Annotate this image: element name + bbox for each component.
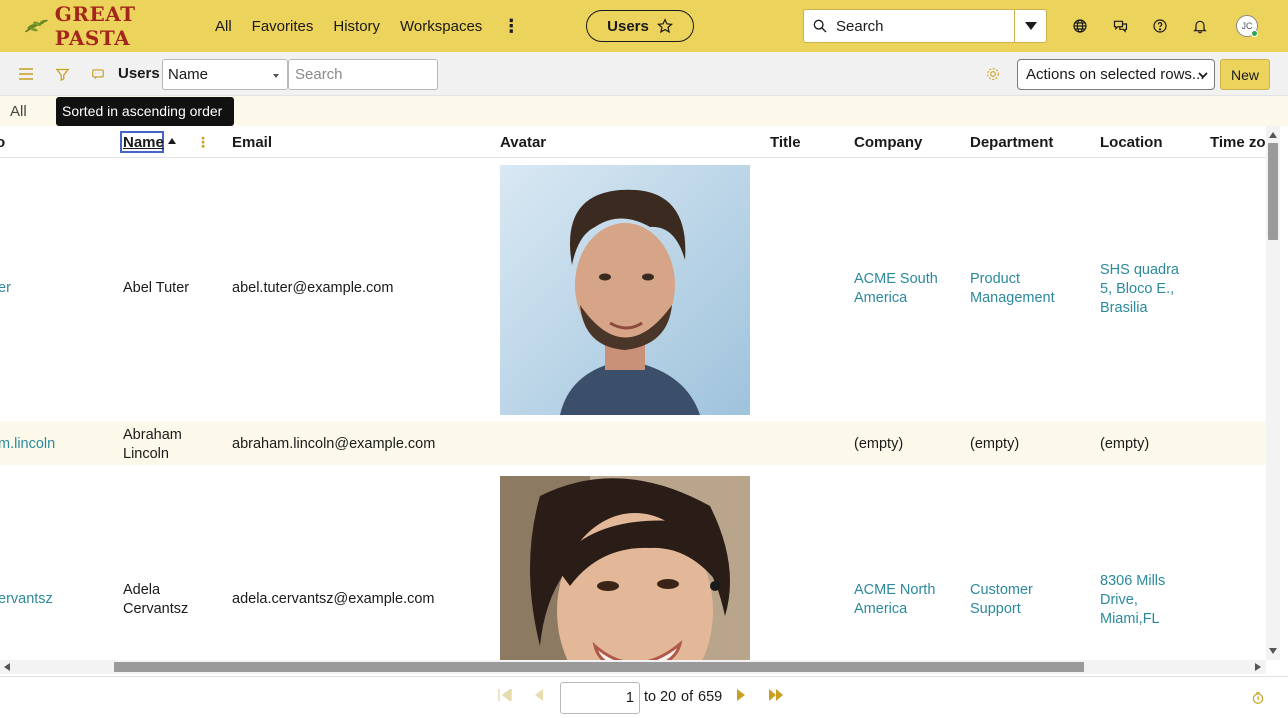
sort-tooltip: Sorted in ascending order — [56, 97, 234, 126]
department-cell: (empty) — [970, 436, 1020, 452]
department-link[interactable]: Customer Support — [970, 581, 1070, 619]
pager-of-label: of — [681, 689, 694, 705]
first-page-icon[interactable] — [498, 689, 512, 701]
company-cell: (empty) — [854, 436, 904, 452]
online-status-dot — [1251, 30, 1258, 37]
sort-ascending-icon[interactable] — [168, 138, 176, 144]
search-field-value: Name — [168, 66, 209, 83]
nav-history[interactable]: History — [323, 0, 390, 52]
company-link[interactable]: ACME North America — [854, 581, 954, 619]
brand-logo[interactable]: GREAT PASTA — [24, 2, 174, 50]
column-header-user-id[interactable]: o — [0, 134, 5, 151]
bell-icon[interactable] — [1180, 6, 1220, 46]
nav-favorites[interactable]: Favorites — [242, 0, 324, 52]
timer-icon[interactable] — [1251, 691, 1265, 705]
column-header-time-zone[interactable]: Time zo — [1210, 134, 1266, 151]
scroll-up-arrow-icon[interactable] — [1269, 132, 1277, 138]
top-navigation-bar: GREAT PASTA All Favorites History Worksp… — [0, 0, 1288, 52]
top-icons — [1060, 0, 1220, 52]
new-button[interactable]: New — [1220, 59, 1270, 90]
hamburger-menu-icon[interactable] — [16, 64, 36, 84]
context-pill-users[interactable]: Users — [586, 10, 694, 42]
pager-to-label: to — [644, 689, 657, 705]
context-pill-label: Users — [607, 17, 649, 35]
help-icon[interactable] — [1140, 6, 1180, 46]
email-cell: abel.tuter@example.com — [232, 280, 394, 296]
column-header-company[interactable]: Company — [854, 134, 922, 151]
caret-down-icon — [273, 74, 279, 78]
actions-select-value: Actions on selected rows... — [1026, 66, 1205, 83]
search-field-select[interactable]: Name — [162, 59, 288, 90]
list-title: Users — [118, 65, 160, 82]
message-icon[interactable] — [88, 64, 108, 84]
scroll-right-arrow-icon[interactable] — [1255, 663, 1261, 671]
list-toolbar: Users Name Search Actions on selected ro… — [0, 52, 1288, 96]
column-header-title[interactable]: Title — [770, 134, 801, 151]
pager-end-value: 20 — [660, 689, 677, 705]
location-link[interactable]: SHS quadra 5, Bloco E., Brasilia — [1100, 261, 1188, 318]
column-header-location[interactable]: Location — [1100, 134, 1163, 151]
chevron-down-icon — [1198, 68, 1208, 82]
main-nav: All Favorites History Workspaces ⋮ — [205, 0, 530, 52]
scroll-down-arrow-icon[interactable] — [1269, 648, 1277, 654]
name-cell: Abraham Lincoln — [123, 427, 182, 462]
company-link[interactable]: ACME South America — [854, 270, 954, 308]
location-link[interactable]: 8306 Mills Drive, Miami,FL — [1100, 572, 1180, 629]
location-cell: (empty) — [1100, 436, 1150, 452]
users-table: o Name ⋮ Email Avatar Title Company Depa… — [0, 126, 1266, 660]
avatar-image[interactable] — [500, 165, 750, 415]
user-id-link[interactable]: m.lincoln — [0, 435, 55, 454]
last-page-icon[interactable] — [768, 689, 784, 701]
filter-icon[interactable] — [52, 64, 72, 84]
pager-total-value: 659 — [698, 689, 723, 705]
column-header-email[interactable]: Email — [232, 134, 272, 151]
table-row: ervantsz Adela Cervantsz adela.cervantsz… — [0, 465, 1266, 660]
vertical-scroll-thumb[interactable] — [1268, 143, 1278, 240]
star-icon[interactable] — [656, 18, 673, 34]
pagination-bar: 1 to 20 of 659 — [0, 676, 1288, 718]
table-header: o Name ⋮ Email Avatar Title Company Depa… — [0, 126, 1266, 158]
page-number-input[interactable]: 1 — [560, 682, 640, 714]
name-cell: Abel Tuter — [123, 280, 190, 296]
global-search-input[interactable]: Search — [836, 18, 1014, 35]
caret-down-icon — [1024, 22, 1037, 30]
table-row: m.lincoln Abraham Lincoln abraham.lincol… — [0, 421, 1266, 465]
horizontal-scroll-thumb[interactable] — [114, 662, 1084, 672]
column-header-name[interactable]: Name — [120, 131, 164, 153]
actions-select[interactable]: Actions on selected rows... — [1017, 59, 1215, 90]
table-row: er Abel Tuter abel.tuter@example.com ACM… — [0, 158, 1266, 421]
department-link[interactable]: Product Management — [970, 270, 1070, 308]
next-page-icon[interactable] — [736, 689, 746, 701]
globe-icon[interactable] — [1060, 6, 1100, 46]
name-cell: Adela Cervantsz — [123, 582, 189, 617]
avatar-image[interactable] — [500, 476, 750, 660]
previous-page-icon[interactable] — [535, 689, 545, 701]
column-menu-icon[interactable]: ⋮ — [196, 134, 210, 151]
more-menu-icon[interactable]: ⋮ — [492, 0, 530, 52]
column-header-avatar[interactable]: Avatar — [500, 134, 546, 151]
nav-workspaces[interactable]: Workspaces — [390, 0, 492, 52]
global-search[interactable]: Search — [803, 9, 1047, 43]
olive-branch-icon — [25, 19, 48, 33]
brand-name: GREAT PASTA — [54, 2, 136, 50]
search-icon — [804, 18, 836, 34]
email-cell: abraham.lincoln@example.com — [232, 436, 436, 452]
breadcrumb-all[interactable]: All — [10, 103, 27, 120]
search-scope-dropdown[interactable] — [1014, 10, 1046, 42]
column-header-department[interactable]: Department — [970, 134, 1053, 151]
scroll-left-arrow-icon[interactable] — [4, 663, 10, 671]
settings-gear-icon[interactable] — [983, 64, 1003, 84]
chat-icon[interactable] — [1100, 6, 1140, 46]
list-search-input[interactable]: Search — [288, 59, 438, 90]
nav-all[interactable]: All — [205, 0, 242, 52]
user-id-link[interactable]: ervantsz — [0, 590, 53, 609]
email-cell: adela.cervantsz@example.com — [232, 591, 435, 607]
user-id-link[interactable]: er — [0, 279, 11, 298]
